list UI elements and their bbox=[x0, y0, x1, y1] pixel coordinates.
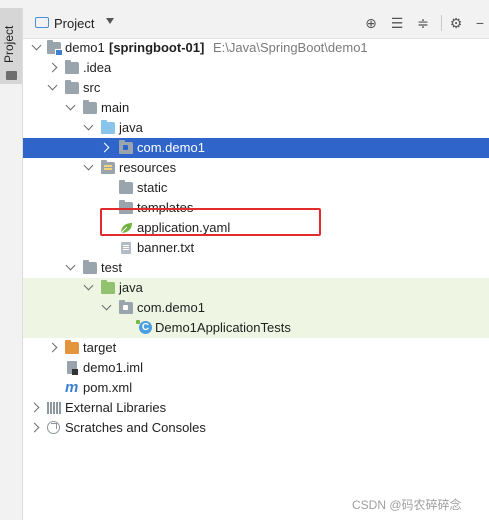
package-icon bbox=[119, 300, 133, 314]
text-file-icon bbox=[121, 242, 131, 254]
module-folder-icon bbox=[47, 40, 63, 56]
resources-folder-icon bbox=[101, 160, 115, 174]
node-label: banner.txt bbox=[137, 240, 195, 255]
chevron-down-icon[interactable] bbox=[101, 300, 112, 311]
tree-row-target[interactable]: target bbox=[23, 338, 489, 358]
node-label: Demo1ApplicationTests bbox=[155, 320, 291, 335]
node-label: resources bbox=[119, 160, 177, 175]
source-folder-icon bbox=[101, 120, 115, 134]
folder-icon bbox=[6, 71, 17, 80]
node-label: java bbox=[119, 120, 143, 135]
folder-icon bbox=[119, 180, 133, 194]
node-label: Scratches and Consoles bbox=[65, 420, 206, 435]
module-file-icon bbox=[67, 361, 78, 375]
tree-row-banner[interactable]: banner.txt bbox=[23, 238, 489, 258]
chevron-down-icon[interactable] bbox=[65, 100, 76, 111]
tree-row-test-java[interactable]: java bbox=[23, 278, 489, 298]
chevron-right-icon[interactable] bbox=[99, 142, 110, 153]
java-class-icon: C bbox=[136, 320, 152, 334]
watermark: CSDN @码农碎碎念 bbox=[352, 498, 462, 512]
chevron-down-icon[interactable] bbox=[47, 80, 58, 91]
node-label: target bbox=[83, 340, 117, 355]
expand-all-icon[interactable]: ☰ bbox=[388, 14, 406, 32]
highlight-box bbox=[100, 208, 321, 236]
tree-row-test[interactable]: test bbox=[23, 258, 489, 278]
chevron-down-icon[interactable] bbox=[83, 120, 94, 131]
scratches-icon bbox=[47, 421, 60, 434]
tree-row-package-main[interactable]: com.demo1 bbox=[23, 138, 489, 158]
node-label: test bbox=[101, 260, 122, 275]
chevron-down-icon[interactable] bbox=[65, 260, 76, 271]
node-label: External Libraries bbox=[65, 400, 167, 415]
toolbar-divider bbox=[441, 15, 442, 31]
node-label: com.demo1 bbox=[137, 300, 205, 315]
chevron-down-icon[interactable] bbox=[83, 160, 94, 171]
tree-row-idea[interactable]: .idea bbox=[23, 58, 489, 78]
project-tree: demo1 [springboot-01] E:\Java\SpringBoot… bbox=[23, 38, 489, 438]
tree-row-demo1[interactable]: demo1 [springboot-01] E:\Java\SpringBoot… bbox=[23, 38, 489, 58]
maven-icon: m bbox=[65, 379, 79, 396]
folder-icon bbox=[83, 260, 97, 274]
tree-row-main-java[interactable]: java bbox=[23, 118, 489, 138]
module-name: [springboot-01] bbox=[109, 40, 205, 55]
node-label: com.demo1 bbox=[137, 140, 205, 155]
tree-row-resources[interactable]: resources bbox=[23, 158, 489, 178]
node-label: demo1.iml bbox=[83, 360, 143, 375]
chevron-right-icon[interactable] bbox=[47, 62, 58, 73]
tree-row-pom[interactable]: m pom.xml bbox=[23, 378, 489, 398]
project-tool-tab[interactable]: Project bbox=[0, 8, 22, 84]
tree-row-src[interactable]: src bbox=[23, 78, 489, 98]
excluded-folder-icon bbox=[65, 340, 79, 354]
package-icon bbox=[119, 140, 133, 154]
tree-row-scratches[interactable]: Scratches and Consoles bbox=[23, 418, 489, 438]
locate-icon[interactable]: ⊕ bbox=[362, 14, 380, 32]
folder-icon bbox=[83, 100, 97, 114]
folder-icon bbox=[65, 60, 79, 74]
node-label: .idea bbox=[83, 60, 112, 75]
tree-row-package-test[interactable]: com.demo1 bbox=[23, 298, 489, 318]
tree-row-static[interactable]: static bbox=[23, 178, 489, 198]
project-panel-header: Project ⊕ ☰ ≑ ⚙ − bbox=[23, 8, 489, 39]
panel-title[interactable]: Project bbox=[54, 16, 94, 31]
node-label: src bbox=[83, 80, 101, 95]
project-tool-tab-label: Project bbox=[2, 25, 16, 63]
collapse-all-icon[interactable]: ≑ bbox=[414, 14, 432, 32]
node-label: java bbox=[119, 280, 143, 295]
module-path: E:\Java\SpringBoot\demo1 bbox=[213, 40, 368, 55]
node-label: pom.xml bbox=[83, 380, 133, 395]
gear-icon[interactable]: ⚙ bbox=[447, 14, 465, 32]
tree-row-test-class[interactable]: C Demo1ApplicationTests bbox=[23, 318, 489, 338]
chevron-down-icon[interactable] bbox=[31, 40, 42, 51]
folder-icon bbox=[65, 80, 79, 94]
tree-row-iml[interactable]: demo1.iml bbox=[23, 358, 489, 378]
chevron-down-icon[interactable] bbox=[83, 280, 94, 291]
node-label: demo1 bbox=[65, 40, 105, 55]
test-folder-icon bbox=[101, 280, 115, 294]
chevron-down-icon[interactable] bbox=[106, 18, 114, 24]
project-icon bbox=[35, 17, 49, 28]
chevron-right-icon[interactable] bbox=[29, 422, 40, 433]
minimize-icon[interactable]: − bbox=[471, 14, 489, 32]
node-label: static bbox=[137, 180, 168, 195]
node-label: main bbox=[101, 100, 130, 115]
tool-window-bar bbox=[0, 8, 23, 520]
tree-row-main[interactable]: main bbox=[23, 98, 489, 118]
tree-row-external-libraries[interactable]: External Libraries bbox=[23, 398, 489, 418]
library-icon bbox=[47, 402, 61, 414]
chevron-right-icon[interactable] bbox=[47, 342, 58, 353]
chevron-right-icon[interactable] bbox=[29, 402, 40, 413]
